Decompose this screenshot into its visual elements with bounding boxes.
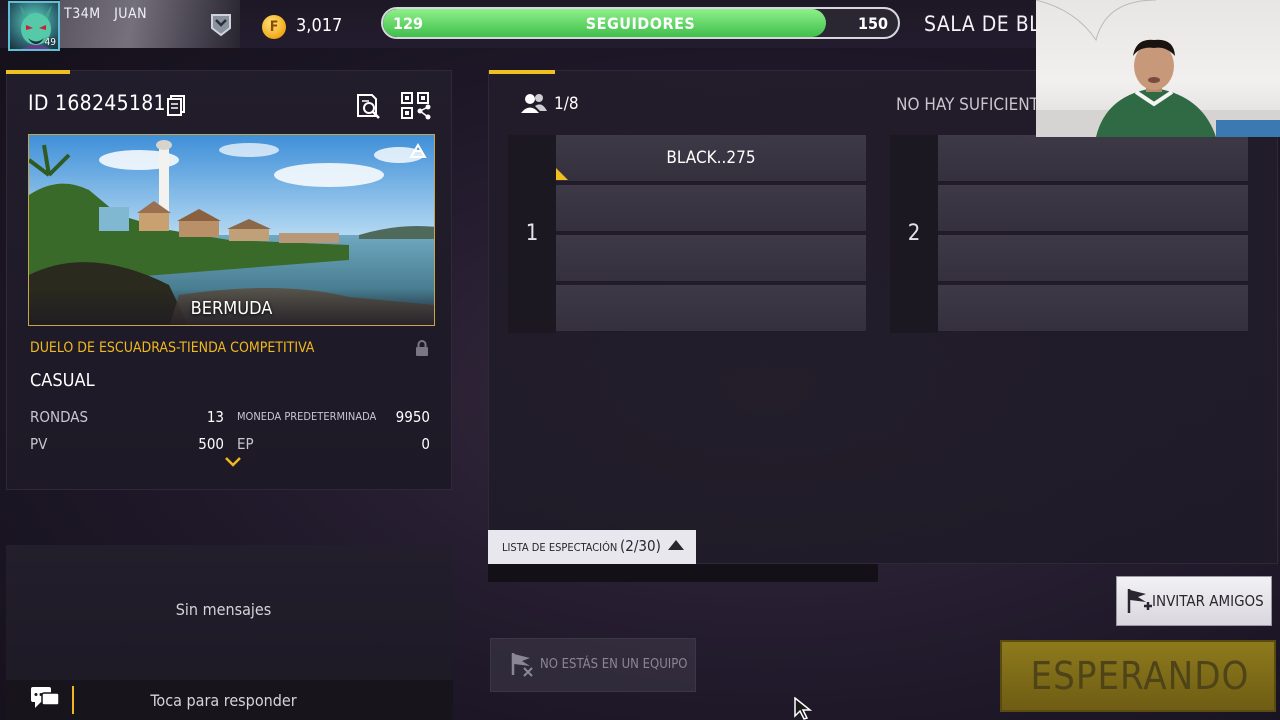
lobby-status-text: NO HAY SUFICIENT [896,95,1036,115]
mouse-cursor-icon [794,697,812,720]
copy-icon[interactable] [166,94,186,116]
slot-player-name: BLACK..275 [666,148,756,168]
stat-value-rounds: 13 [206,408,224,426]
player-name: T34M JUAN [64,6,148,22]
map-name: BERMUDA [190,298,273,319]
team-2-slot-3[interactable] [938,235,1248,282]
spectate-label: LISTA DE ESPECTACIÓN [502,541,618,554]
invite-friends-label: INVITAR AMIGOS [1152,592,1264,610]
webcam-streamer-image [1036,0,1280,137]
qr-share-icon[interactable] [400,91,432,121]
team-1-number: 1 [508,135,556,333]
team-1-slot-3[interactable] [556,235,866,282]
team-2-slot-4[interactable] [938,285,1248,332]
team-1-slot-1[interactable]: BLACK..275 [556,135,866,182]
panel-divider [488,564,878,582]
stat-label-rounds: RONDAS [30,408,89,426]
invite-flag-icon [1127,589,1152,613]
lock-icon [416,340,428,356]
team-2-slot-2[interactable] [938,185,1248,232]
team-flag-icon [511,653,533,677]
webcam-overlay [1036,0,1280,137]
map-settings-icon[interactable] [408,141,428,161]
mode-type: CASUAL [30,370,95,391]
stat-label-hp: PV [30,435,48,453]
chevron-up-icon [668,540,684,550]
chevron-down-icon[interactable] [224,456,242,468]
team-2-slot-1[interactable] [938,135,1248,182]
team-1-slot-4[interactable] [556,285,866,332]
spectate-count: (2/30) [620,537,661,555]
stat-label-ep: EP [237,435,254,453]
map-preview[interactable]: BERMUDA [28,134,435,326]
stat-label-currency: MONEDA PREDETERMINADA [237,410,377,423]
chat-reply-input[interactable]: Toca para responder [0,691,447,710]
stat-value-ep: 0 [421,435,430,453]
chat-empty-text: Sin mensajes [175,600,272,619]
coin-icon: F [262,15,286,39]
rank-badge-icon[interactable] [208,12,234,38]
mode-title: DUELO DE ESCUADRAS-TIENDA COMPETITIVA [30,340,315,356]
coin-balance: 3,017 [296,15,343,36]
player-level: 49 [44,37,56,48]
follower-progress-bar[interactable]: 129 SEGUIDORES 150 [381,7,900,39]
follower-goal: 150 [857,14,888,33]
leader-marker [556,168,568,180]
room-id: ID 168245181 [28,91,166,115]
panel-accent [6,70,70,74]
avatar[interactable]: 49 [8,1,60,51]
stat-value-hp: 500 [198,435,224,453]
team-panel-accent [489,70,555,74]
waiting-button[interactable]: ESPERANDO [1000,640,1276,712]
player-count: 1/8 [554,94,579,114]
no-team-label: NO ESTÁS EN UN EQUIPO [540,657,688,672]
follower-label: SEGUIDORES [585,14,696,33]
team-2-number: 2 [890,135,938,333]
players-icon [521,94,547,113]
search-document-icon[interactable] [354,92,382,120]
stat-value-currency: 9950 [395,408,430,426]
team-1-slot-2[interactable] [556,185,866,232]
waiting-label: ESPERANDO [1030,654,1250,698]
room-title: SALA DE BLA [924,12,1036,36]
